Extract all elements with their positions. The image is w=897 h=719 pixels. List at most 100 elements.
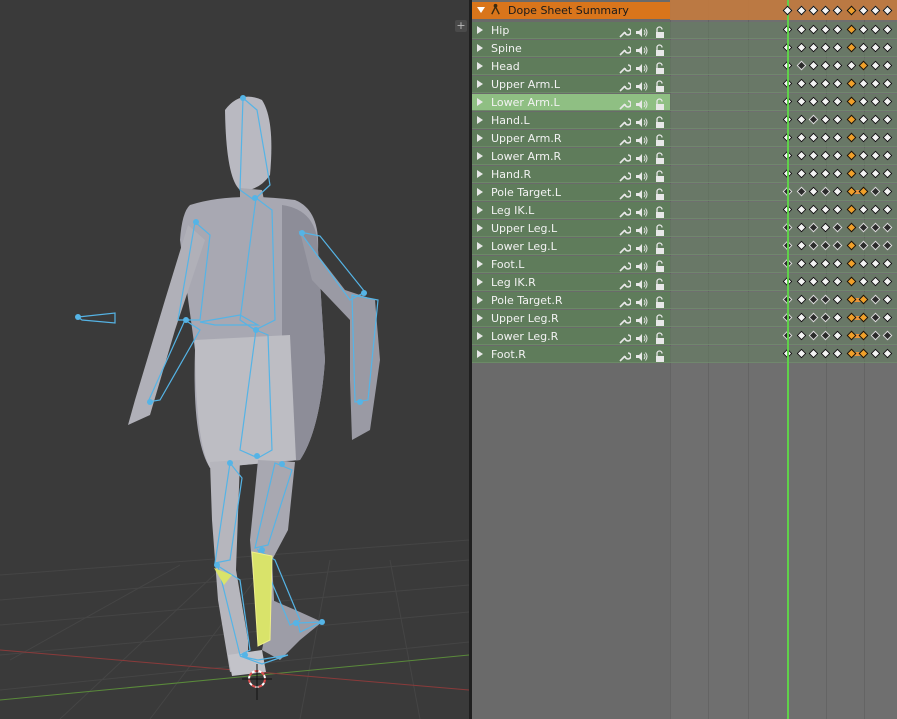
- expand-triangle-icon[interactable]: [477, 152, 483, 160]
- channel-row[interactable]: Lower Arm.R: [472, 148, 670, 165]
- keyframe[interactable]: [882, 258, 893, 269]
- keyframe[interactable]: [870, 186, 881, 197]
- expand-triangle-icon[interactable]: [477, 242, 483, 250]
- keyframe[interactable]: [882, 78, 893, 89]
- keyframe[interactable]: [808, 60, 819, 71]
- keyframe[interactable]: [870, 60, 881, 71]
- keyframe-selected[interactable]: [846, 222, 857, 233]
- keyframe[interactable]: [820, 150, 831, 161]
- keyframe[interactable]: [870, 168, 881, 179]
- keyframe[interactable]: [870, 132, 881, 143]
- channel-row[interactable]: Lower Leg.L: [472, 238, 670, 255]
- speaker-icon[interactable]: [635, 186, 648, 199]
- keyframe[interactable]: [846, 60, 857, 71]
- expand-triangle-icon[interactable]: [477, 116, 483, 124]
- keyframe[interactable]: [820, 348, 831, 359]
- keyframe[interactable]: [882, 42, 893, 53]
- keyframe[interactable]: [808, 150, 819, 161]
- keyframe[interactable]: [808, 96, 819, 107]
- keyframe[interactable]: [832, 150, 843, 161]
- speaker-icon[interactable]: [635, 132, 648, 145]
- speaker-icon[interactable]: [635, 96, 648, 109]
- keyframe[interactable]: [808, 42, 819, 53]
- keyframe[interactable]: [796, 294, 807, 305]
- channel-row[interactable]: Spine: [472, 40, 670, 57]
- speaker-icon[interactable]: [635, 348, 648, 361]
- channel-row[interactable]: Lower Leg.R: [472, 328, 670, 345]
- keyframe[interactable]: [882, 276, 893, 287]
- keyframe-track[interactable]: [670, 22, 897, 39]
- keyframe-selected[interactable]: [846, 276, 857, 287]
- keyframe-track[interactable]: [670, 184, 897, 201]
- channel-row[interactable]: Leg IK.L: [472, 202, 670, 219]
- keyframe[interactable]: [832, 96, 843, 107]
- keyframe[interactable]: [882, 204, 893, 215]
- keyframe[interactable]: [832, 42, 843, 53]
- keyframe[interactable]: [870, 150, 881, 161]
- keyframe[interactable]: [882, 330, 893, 341]
- channel-row[interactable]: Leg IK.R: [472, 274, 670, 291]
- keyframe-selected[interactable]: [846, 294, 857, 305]
- keyframe[interactable]: [796, 330, 807, 341]
- keyframe[interactable]: [832, 348, 843, 359]
- channel-row[interactable]: Upper Leg.L: [472, 220, 670, 237]
- keyframe[interactable]: [808, 114, 819, 125]
- wrench-icon[interactable]: [618, 96, 632, 110]
- keyframe[interactable]: [832, 258, 843, 269]
- speaker-icon[interactable]: [635, 204, 648, 217]
- keyframe[interactable]: [882, 186, 893, 197]
- keyframe-track[interactable]: [670, 40, 897, 57]
- keyframe[interactable]: [858, 276, 869, 287]
- expand-triangle-icon[interactable]: [477, 134, 483, 142]
- keyframe[interactable]: [820, 204, 831, 215]
- wrench-icon[interactable]: [618, 186, 632, 200]
- expand-triangle-icon[interactable]: [477, 350, 483, 358]
- keyframe-track[interactable]: [670, 292, 897, 309]
- keyframe[interactable]: [870, 96, 881, 107]
- speaker-icon[interactable]: [635, 330, 648, 343]
- speaker-icon[interactable]: [635, 312, 648, 325]
- keyframe-selected[interactable]: [846, 42, 857, 53]
- wrench-icon[interactable]: [618, 222, 632, 236]
- channel-row[interactable]: Upper Leg.R: [472, 310, 670, 327]
- keyframe[interactable]: [796, 348, 807, 359]
- channel-row[interactable]: Upper Arm.L: [472, 76, 670, 93]
- keyframe[interactable]: [808, 348, 819, 359]
- channel-row[interactable]: Hip: [472, 22, 670, 39]
- keyframe[interactable]: [808, 24, 819, 35]
- keyframe[interactable]: [870, 24, 881, 35]
- wrench-icon[interactable]: [618, 348, 632, 362]
- keyframe-track[interactable]: [670, 130, 897, 147]
- keyframe[interactable]: [808, 330, 819, 341]
- keyframe-selected[interactable]: [858, 60, 869, 71]
- expand-triangle-icon[interactable]: [477, 332, 483, 340]
- keyframe[interactable]: [796, 258, 807, 269]
- keyframe[interactable]: [796, 132, 807, 143]
- keyframe[interactable]: [858, 222, 869, 233]
- keyframe[interactable]: [796, 204, 807, 215]
- keyframe[interactable]: [882, 60, 893, 71]
- keyframe[interactable]: [808, 312, 819, 323]
- keyframe[interactable]: [808, 78, 819, 89]
- keyframe[interactable]: [870, 330, 881, 341]
- keyframe[interactable]: [882, 96, 893, 107]
- lock-icon[interactable]: [653, 240, 666, 254]
- speaker-icon[interactable]: [635, 240, 648, 253]
- collapse-triangle-icon[interactable]: [477, 7, 485, 13]
- keyframe[interactable]: [882, 150, 893, 161]
- keyframe[interactable]: [870, 114, 881, 125]
- keyframe[interactable]: [870, 258, 881, 269]
- keyframe[interactable]: [820, 60, 831, 71]
- lock-icon[interactable]: [653, 294, 666, 308]
- speaker-icon[interactable]: [635, 168, 648, 181]
- channel-row[interactable]: Hand.L: [472, 112, 670, 129]
- keyframe[interactable]: [858, 96, 869, 107]
- keyframe-track[interactable]: [670, 346, 897, 363]
- keyframe-track[interactable]: [670, 148, 897, 165]
- lock-icon[interactable]: [653, 60, 666, 74]
- lock-icon[interactable]: [653, 168, 666, 182]
- keyframe-selected[interactable]: [846, 96, 857, 107]
- wrench-icon[interactable]: [618, 204, 632, 218]
- keyframe[interactable]: [832, 276, 843, 287]
- keyframe[interactable]: [832, 330, 843, 341]
